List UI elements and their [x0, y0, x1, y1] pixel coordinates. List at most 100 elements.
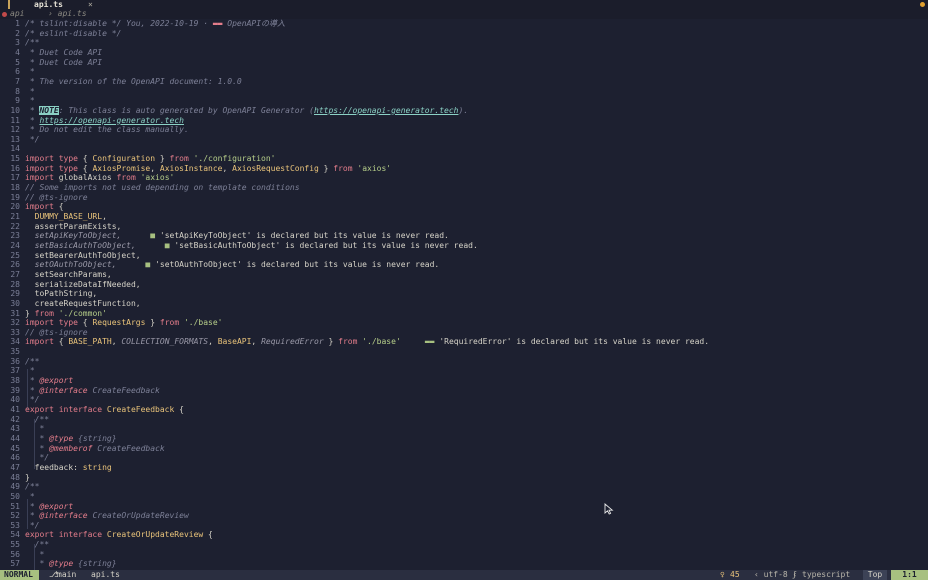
- code-line[interactable]: 23 setApiKeyToObject, ■ 'setApiKeyToObje…: [0, 231, 928, 241]
- code-line[interactable]: 1 /* tslint:disable */ You, 2022-10-19 · …: [0, 19, 928, 29]
- code-line[interactable]: 42 /**: [0, 415, 928, 425]
- token: DUMMY_BASE_URL: [25, 212, 103, 221]
- code-line[interactable]: 34 import { BASE_PATH, COLLECTION_FORMATS…: [0, 337, 928, 347]
- code-line[interactable]: 43 *: [0, 424, 928, 434]
- warning-count[interactable]: 45: [730, 570, 740, 580]
- code-line[interactable]: 37 *: [0, 366, 928, 376]
- line-number: 55: [10, 540, 20, 550]
- code-line[interactable]: 14: [0, 144, 928, 154]
- line-number: 41: [10, 405, 20, 414]
- modified-indicator-icon: [920, 2, 925, 7]
- code-line[interactable]: 31} from './common': [0, 309, 928, 319]
- code-line[interactable]: 9 *: [0, 96, 928, 106]
- code-line[interactable]: 18 // Some imports not used depending on …: [0, 183, 928, 193]
- code-line[interactable]: 25 setBearerAuthToObject,: [0, 251, 928, 261]
- code-text: // @ts-ignore: [25, 328, 88, 338]
- token: /**: [25, 38, 40, 48]
- code-line[interactable]: 4 * Duet Code API: [0, 48, 928, 58]
- code-text: *: [25, 96, 35, 106]
- line-number: 39: [10, 385, 20, 395]
- token: // @ts-ignore: [25, 192, 88, 202]
- breadcrumb-file[interactable]: › api.ts: [48, 9, 87, 19]
- code-line[interactable]: 26 setOAuthToObject, ■ 'setOAuthToObject…: [0, 260, 928, 270]
- code-line[interactable]: 36 /**: [0, 357, 928, 367]
- code-line[interactable]: 6 *: [0, 67, 928, 77]
- code-line[interactable]: 29 toPathString,: [0, 289, 928, 299]
- token: ,: [150, 163, 160, 173]
- token: assertParamExists,: [25, 221, 122, 231]
- code-line[interactable]: 35: [0, 347, 928, 357]
- code-line[interactable]: 12 * Do not edit the class manually.: [0, 125, 928, 135]
- breadcrumb-root[interactable]: api: [10, 9, 24, 19]
- code-text: /**: [25, 482, 39, 492]
- code-line[interactable]: 10 * NOTE: This class is auto generated …: [0, 105, 928, 116]
- code-text: import {: [25, 202, 64, 212]
- code-line[interactable]: 48}: [0, 473, 928, 483]
- tab-api-ts[interactable]: api.ts ×: [8, 0, 102, 9]
- token: *: [25, 501, 40, 511]
- code-line[interactable]: 3 /**: [0, 38, 928, 48]
- code-line[interactable]: 21 DUMMY_BASE_URL,: [0, 212, 928, 222]
- code-line[interactable]: 7 * The version of the OpenAPI document:…: [0, 77, 928, 87]
- code-line[interactable]: 5 * Duet Code API: [0, 58, 928, 68]
- code-line[interactable]: 56 *: [0, 550, 928, 560]
- code-editor[interactable]: 1 /* tslint:disable */ You, 2022-10-19 · …: [0, 19, 928, 570]
- token: // @ts-ignore: [25, 327, 88, 337]
- code-text: feedback: string: [25, 463, 112, 473]
- token: ,: [111, 337, 122, 347]
- code-line[interactable]: 51 * @export: [0, 502, 928, 512]
- code-line[interactable]: 20 import {: [0, 202, 928, 212]
- token: *: [25, 511, 40, 521]
- code-line[interactable]: 49 /**: [0, 482, 928, 492]
- token: {: [77, 154, 93, 164]
- token: @export: [39, 501, 74, 511]
- code-line[interactable]: 11 * https://openapi-generator.tech: [0, 116, 928, 126]
- code-line[interactable]: 33 // @ts-ignore: [0, 328, 928, 338]
- code-line[interactable]: 30 createRequestFunction,: [0, 299, 928, 309]
- close-icon[interactable]: ×: [88, 0, 93, 9]
- git-branch[interactable]: main: [57, 570, 76, 580]
- token: setOAuthToObject,: [25, 260, 117, 270]
- token: }: [25, 308, 35, 318]
- code-line[interactable]: 24 setBasicAuthToObject, ■ 'setBasicAuth…: [0, 241, 928, 251]
- code-line[interactable]: 44 * @type {string}: [0, 434, 928, 444]
- code-line[interactable]: 32 import type { RequestArgs } from './ba…: [0, 318, 928, 328]
- token: }: [155, 154, 170, 164]
- code-line[interactable]: 53 */: [0, 521, 928, 531]
- token: import: [25, 337, 54, 347]
- code-line[interactable]: 41 export interface CreateFeedback {: [0, 405, 928, 415]
- code-line[interactable]: 45 * @memberof CreateFeedback: [0, 444, 928, 454]
- token: import type: [25, 154, 78, 164]
- code-line[interactable]: 27 setSearchParams,: [0, 270, 928, 280]
- code-line[interactable]: 52 * @interface CreateOrUpdateReview: [0, 511, 928, 521]
- token: './common': [53, 308, 107, 318]
- line-number: 9: [15, 96, 20, 106]
- code-line[interactable]: 38 * @export: [0, 376, 928, 386]
- code-line[interactable]: 22 assertParamExists,: [0, 222, 928, 232]
- code-line[interactable]: 39 * @interface CreateFeedback: [0, 386, 928, 396]
- code-line[interactable]: 28 serializeDataIfNeeded,: [0, 280, 928, 290]
- code-line[interactable]: 16 import type { AxiosPromise, AxiosInsta…: [0, 164, 928, 174]
- token: https://openapi-generator.tech: [39, 115, 184, 125]
- code-line[interactable]: 2 /* eslint-disable */: [0, 29, 928, 39]
- line-number: 35: [10, 347, 20, 357]
- code-line[interactable]: 8 *: [0, 87, 928, 97]
- code-line[interactable]: 46 */: [0, 453, 928, 463]
- code-line[interactable]: 17 import globalAxios from 'axios': [0, 173, 928, 183]
- code-line[interactable]: 13 */: [0, 135, 928, 145]
- code-line[interactable]: 57 * @type {string}: [0, 559, 928, 569]
- token: export interface: [25, 405, 103, 414]
- code-line[interactable]: 50 *: [0, 492, 928, 502]
- code-text: * Do not edit the class manually.: [25, 125, 189, 135]
- code-line[interactable]: 40 */: [0, 395, 928, 405]
- code-line[interactable]: 54 export interface CreateOrUpdateReview …: [0, 530, 928, 540]
- token: /**: [25, 356, 40, 366]
- tab-label: api.ts: [34, 0, 63, 9]
- code-line[interactable]: 55 /**: [0, 540, 928, 550]
- code-text: * @export: [25, 502, 73, 512]
- code-line[interactable]: 19 // @ts-ignore: [0, 193, 928, 203]
- code-line[interactable]: 47 feedback: string: [0, 463, 928, 473]
- token: AxiosInstance: [159, 163, 223, 173]
- code-line[interactable]: 15 import type { Configuration } from './…: [0, 154, 928, 164]
